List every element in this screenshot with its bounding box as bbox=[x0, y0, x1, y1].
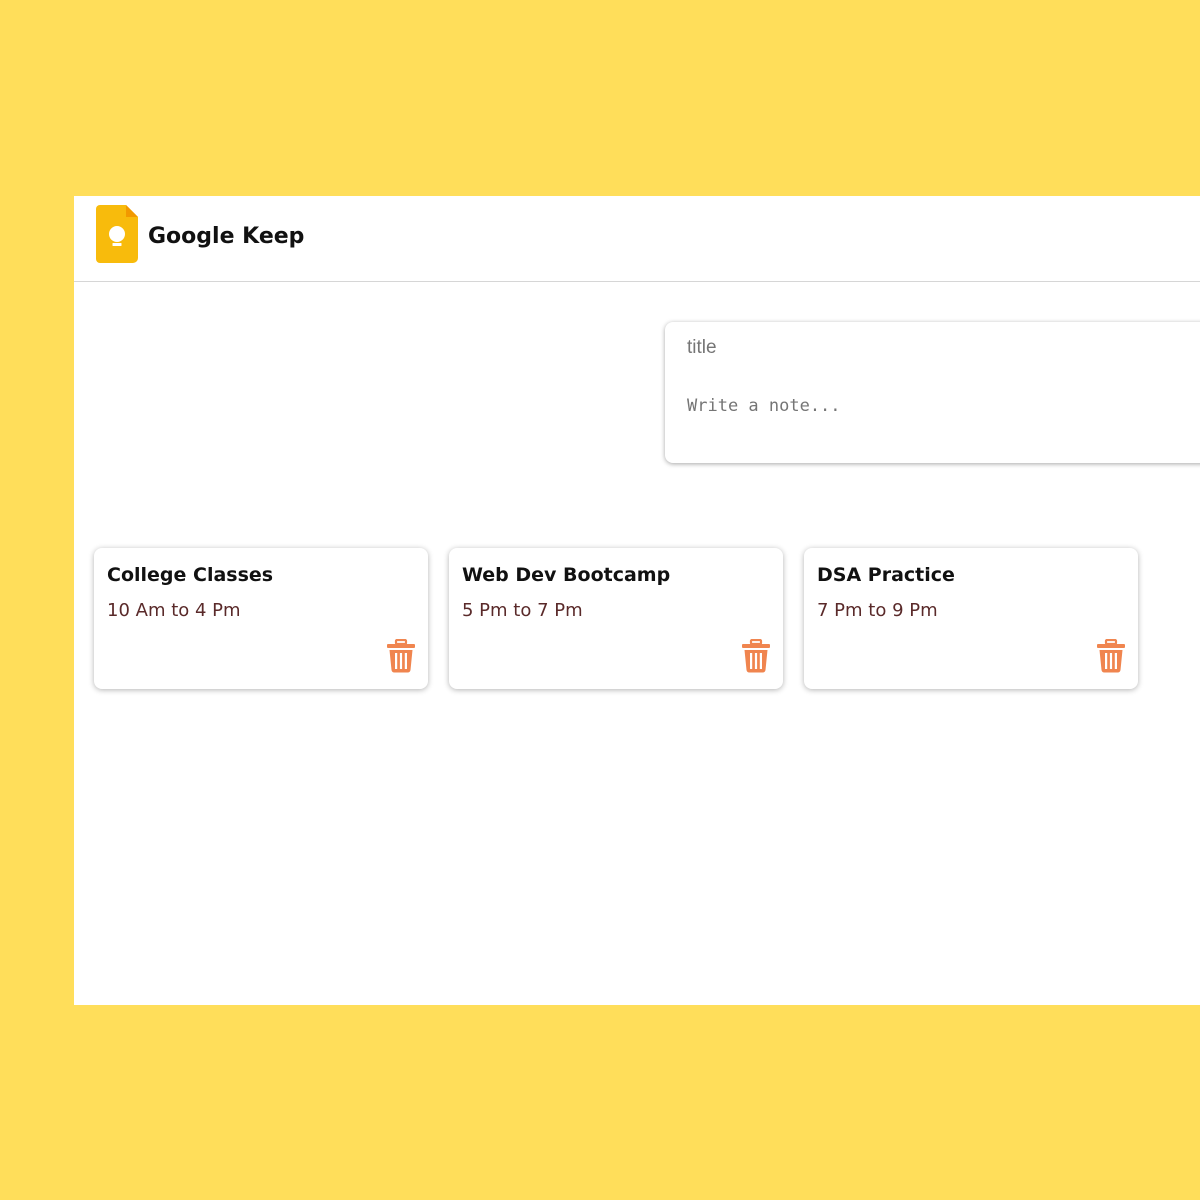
app-window: Google Keep College Classes 10 Am to 4 P… bbox=[74, 196, 1200, 1005]
delete-trash-icon[interactable] bbox=[1096, 639, 1126, 673]
note-content: 10 Am to 4 Pm bbox=[107, 600, 241, 621]
app-title: Google Keep bbox=[148, 224, 305, 249]
app-header: Google Keep bbox=[74, 196, 1200, 282]
note-content: 7 Pm to 9 Pm bbox=[817, 600, 938, 621]
note-title: DSA Practice bbox=[817, 564, 955, 586]
note-card: DSA Practice 7 Pm to 9 Pm bbox=[804, 548, 1138, 689]
note-title: Web Dev Bootcamp bbox=[462, 564, 671, 586]
note-card: Web Dev Bootcamp 5 Pm to 7 Pm bbox=[449, 548, 783, 689]
note-title: College Classes bbox=[107, 564, 274, 586]
note-content-input[interactable] bbox=[687, 396, 1187, 436]
note-card: College Classes 10 Am to 4 Pm bbox=[94, 548, 428, 689]
note-title-input[interactable] bbox=[687, 334, 1187, 362]
note-content: 5 Pm to 7 Pm bbox=[462, 600, 583, 621]
delete-trash-icon[interactable] bbox=[386, 639, 416, 673]
google-keep-logo-icon bbox=[96, 205, 138, 263]
delete-trash-icon[interactable] bbox=[741, 639, 771, 673]
note-composer bbox=[665, 322, 1200, 463]
